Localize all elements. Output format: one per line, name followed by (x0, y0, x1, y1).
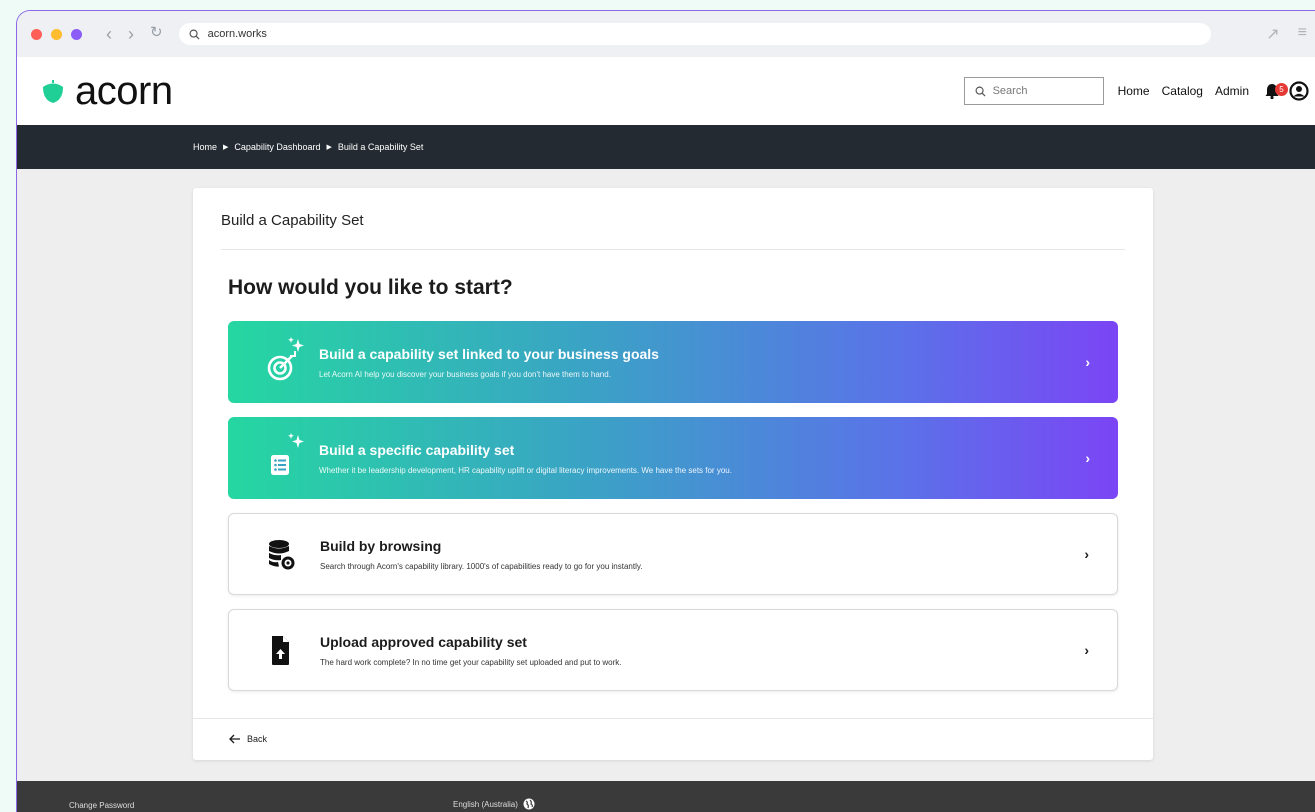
search-icon (189, 29, 200, 40)
footer: Change Password English (Australia) (17, 781, 1315, 812)
target-sparkle-icon (252, 337, 312, 387)
browser-toolbar: ‹ › ↻ acorn.works ↗ ≡ (17, 11, 1315, 57)
acorn-logo[interactable]: acorn (41, 69, 173, 114)
maximize-window-dot[interactable] (71, 28, 82, 40)
option-specific-set[interactable]: Build a specific capability set Whether … (228, 417, 1118, 499)
app-header: acorn Search Home Catalog Admin 5 (17, 57, 1315, 125)
breadcrumb: Home ▶ Capability Dashboard ▶ Build a Ca… (17, 125, 1315, 169)
divider (193, 718, 1153, 719)
file-upload-icon (253, 625, 313, 675)
option-title: Build by browsing (320, 537, 442, 554)
breadcrumb-separator-icon: ▶ (223, 144, 229, 151)
minimize-window-dot[interactable] (51, 28, 62, 40)
search-input[interactable]: Search (963, 77, 1104, 105)
question-heading: How would you like to start? (228, 276, 513, 299)
browser-window: ‹ › ↻ acorn.works ↗ ≡ acorn Search Home … (16, 10, 1315, 812)
menu-icon[interactable]: ≡ (1298, 24, 1307, 44)
option-description: Search through Acorn's capability librar… (320, 561, 643, 571)
chevron-right-icon: › (1085, 450, 1090, 466)
expand-icon[interactable]: ↗ (1266, 24, 1279, 44)
option-description: Let Acorn AI help you discover your busi… (319, 369, 611, 379)
logo-text: acorn (75, 68, 173, 113)
database-eye-icon (253, 529, 313, 579)
forward-arrow-icon[interactable]: › (128, 25, 134, 43)
user-avatar-icon[interactable] (1289, 81, 1309, 101)
option-business-goals[interactable]: Build a capability set linked to your bu… (228, 321, 1118, 403)
acorn-icon (43, 80, 63, 103)
option-description: Whether it be leadership development, HR… (319, 465, 732, 475)
breadcrumb-home[interactable]: Home (193, 142, 217, 152)
nav-link-catalog[interactable]: Catalog (1162, 84, 1203, 98)
notification-badge: 5 (1275, 83, 1288, 96)
page-title: Build a Capability Set (221, 212, 364, 229)
option-upload[interactable]: Upload approved capability set The hard … (228, 609, 1118, 691)
globe-icon (523, 798, 535, 810)
chevron-right-icon: › (1084, 546, 1089, 562)
search-icon (975, 86, 986, 97)
chevron-right-icon: › (1084, 642, 1089, 658)
search-placeholder: Search (992, 85, 1028, 97)
option-title: Build a capability set linked to your bu… (319, 345, 659, 362)
url-text: acorn.works (207, 28, 267, 40)
option-title: Build a specific capability set (319, 441, 515, 458)
back-button[interactable]: Back (229, 734, 267, 744)
option-title: Upload approved capability set (320, 633, 527, 650)
arrow-left-icon (229, 734, 240, 744)
back-arrow-icon[interactable]: ‹ (106, 25, 112, 43)
breadcrumb-separator-icon: ▶ (326, 144, 332, 151)
back-label: Back (247, 734, 268, 744)
divider (221, 249, 1125, 250)
list-sparkle-icon (252, 433, 312, 483)
nav-link-home[interactable]: Home (1118, 84, 1150, 98)
option-description: The hard work complete? In no time get y… (320, 657, 622, 667)
change-password-link[interactable]: Change Password (69, 801, 134, 810)
close-window-dot[interactable] (31, 28, 42, 40)
breadcrumb-capability-dashboard[interactable]: Capability Dashboard (234, 142, 320, 152)
language-label: English (Australia) (453, 799, 518, 809)
chevron-right-icon: › (1085, 354, 1090, 370)
breadcrumb-current: Build a Capability Set (337, 142, 424, 152)
reload-icon[interactable]: ↻ (150, 25, 163, 43)
capability-set-card: Build a Capability Set How would you lik… (193, 188, 1153, 760)
window-controls (31, 28, 82, 40)
address-bar[interactable]: acorn.works (178, 23, 1211, 45)
language-selector[interactable]: English (Australia) (453, 798, 535, 810)
option-browse[interactable]: Build by browsing Search through Acorn's… (228, 513, 1118, 595)
nav-link-admin[interactable]: Admin (1215, 84, 1249, 98)
